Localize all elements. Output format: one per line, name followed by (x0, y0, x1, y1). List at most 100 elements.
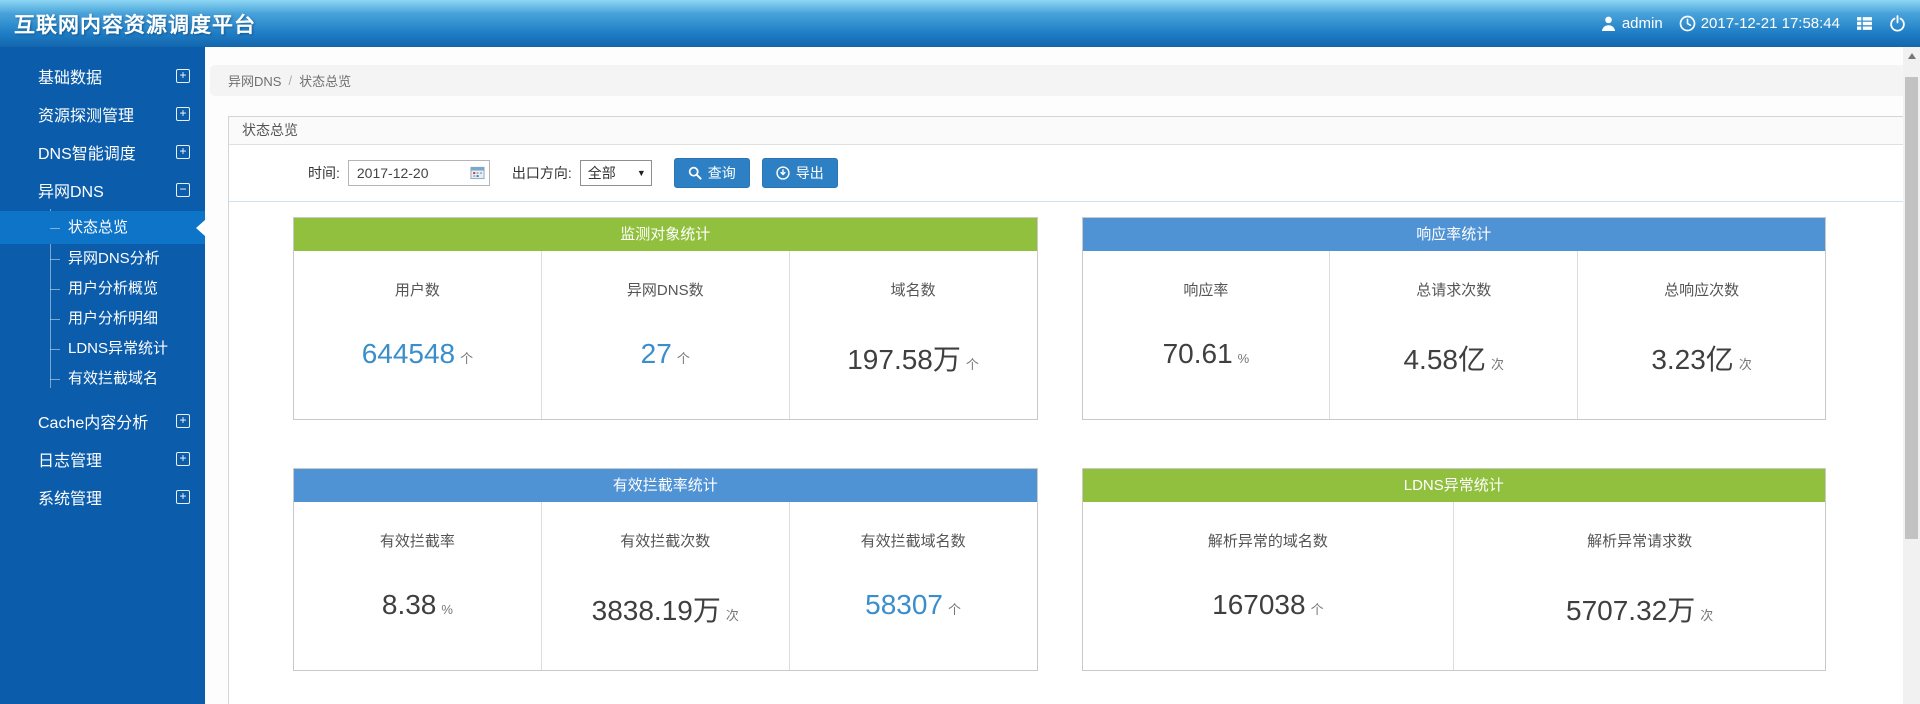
stat-value[interactable]: 58307个 (790, 589, 1037, 621)
calendar-icon[interactable] (470, 165, 485, 180)
stat-unit: 次 (1700, 608, 1713, 623)
sidebar-item-异网DNS[interactable]: 异网DNS − (0, 171, 205, 209)
search-icon (688, 166, 702, 180)
sidebar-subitem-label: 用户分析概览 (68, 280, 158, 297)
server-datetime: 2017-12-21 17:58:44 (1679, 15, 1840, 32)
sidebar-item-label: 资源探测管理 (38, 102, 134, 126)
vertical-scrollbar[interactable] (1903, 47, 1920, 704)
stat-unit: 次 (1739, 357, 1752, 372)
date-field-wrap (348, 160, 490, 186)
stat-card-监测对象统计: 监测对象统计用户数644548个异网DNS数27个域名数197.58万个 (293, 217, 1038, 420)
stat-label: 解析异常的域名数 (1083, 530, 1454, 551)
sidebar-subitem-LDNS异常统计[interactable]: LDNS异常统计 (0, 334, 205, 364)
tree-tick (50, 259, 60, 260)
sidebar-item-资源探测管理[interactable]: 资源探测管理 + (0, 95, 205, 133)
sidebar-subitem-用户分析明细[interactable]: 用户分析明细 (0, 304, 205, 334)
sidebar-item-label: 异网DNS (38, 178, 104, 202)
stat-number: 5707.32万 (1566, 595, 1695, 626)
stat-unit: 个 (1311, 602, 1324, 617)
stat-value: 5707.32万次 (1454, 589, 1825, 629)
export-button-label: 导出 (796, 163, 824, 183)
breadcrumb-parent[interactable]: 异网DNS (228, 71, 281, 90)
stat-unit: % (441, 602, 453, 617)
stat-unit: % (1238, 351, 1250, 366)
breadcrumb: 异网DNS / 状态总览 (210, 65, 1907, 96)
filter-bar: 时间: 出口方向: 全部 ▼ 查询 (229, 145, 1906, 202)
stat-unit: 个 (460, 351, 473, 366)
sidebar-item-label: Cache内容分析 (38, 409, 148, 433)
stat-number[interactable]: 644548 (362, 338, 455, 369)
sidebar-item-label: 日志管理 (38, 447, 102, 471)
scroll-up-arrow-icon[interactable] (1903, 47, 1920, 64)
stat-异网DNS数: 异网DNS数27个 (541, 251, 789, 419)
stat-value[interactable]: 644548 个 (294, 338, 541, 370)
stat-label: 有效拦截率 (294, 530, 541, 551)
sidebar-item-基础数据[interactable]: 基础数据 + (0, 57, 205, 95)
expand-plus-icon[interactable]: + (176, 145, 190, 159)
stat-value: 8.38% (294, 589, 541, 621)
stat-number[interactable]: 27 (641, 338, 672, 369)
stat-cards: 监测对象统计用户数644548个异网DNS数27个域名数197.58万个响应率统… (229, 202, 1906, 704)
expand-plus-icon[interactable]: + (176, 414, 190, 428)
stat-number[interactable]: 58307 (865, 589, 943, 620)
stat-value: 197.58万个 (790, 338, 1037, 378)
expand-plus-icon[interactable]: + (176, 69, 190, 83)
user-menu[interactable]: admin (1600, 15, 1663, 32)
stat-有效拦截次数: 有效拦截次数3838.19万次 (541, 502, 789, 670)
scrollbar-thumb[interactable] (1905, 77, 1918, 539)
expand-plus-icon[interactable]: + (176, 107, 190, 121)
stat-unit: 个 (677, 351, 690, 366)
collapse-minus-icon[interactable]: − (176, 183, 190, 197)
sidebar-subitem-label: 异网DNS分析 (68, 250, 160, 267)
card-body: 解析异常的域名数 167038 个 解析异常请求数 5707.32万次 (1083, 502, 1826, 670)
card-title: 有效拦截率统计 (294, 469, 1037, 502)
date-input[interactable] (348, 160, 490, 186)
stat-有效拦截率: 有效拦截率 8.38% (294, 502, 541, 670)
expand-plus-icon[interactable]: + (176, 452, 190, 466)
stat-总响应次数: 总响应次数 3.23亿次 (1577, 251, 1825, 419)
stat-value: 3838.19万次 (542, 589, 789, 629)
stat-响应率: 响应率70.61% (1083, 251, 1330, 419)
card-body: 响应率70.61%总请求次数4.58亿次总响应次数3.23亿次 (1083, 251, 1826, 419)
stat-label: 解析异常请求数 (1454, 530, 1825, 551)
stat-label: 用户数 (294, 279, 541, 300)
download-icon (776, 166, 790, 180)
main-content: 异网DNS / 状态总览 状态总览 时间: 出口方向: 全部 ▼ (205, 47, 1920, 704)
sidebar-subitem-状态总览[interactable]: 状态总览 (0, 211, 205, 244)
sidebar-item-label: 系统管理 (38, 485, 102, 509)
stat-label: 总响应次数 (1578, 279, 1825, 300)
stat-number: 4.58亿 (1403, 344, 1486, 375)
export-button[interactable]: 导出 (762, 158, 838, 188)
card-title: LDNS异常统计 (1083, 469, 1826, 502)
sidebar-subitem-异网DNS分析[interactable]: 异网DNS分析 (0, 244, 205, 274)
stat-value: 167038 个 (1083, 589, 1454, 621)
stat-解析异常的域名数: 解析异常的域名数 167038 个 (1083, 502, 1454, 670)
stat-value[interactable]: 27 个 (542, 338, 789, 370)
direction-select[interactable]: 全部 ▼ (580, 160, 652, 186)
stat-number: 197.58万 (847, 344, 961, 375)
sidebar-item-系统管理[interactable]: 系统管理 + (0, 478, 205, 516)
datetime-text: 2017-12-21 17:58:44 (1701, 15, 1840, 32)
app-header: 互联网内容资源调度平台 admin 2017-12-21 17:58:44 (0, 0, 1920, 47)
stat-域名数: 域名数197.58万个 (789, 251, 1037, 419)
tree-tick (50, 379, 60, 380)
stat-label: 响应率 (1083, 279, 1330, 300)
sidebar-item-日志管理[interactable]: 日志管理 + (0, 440, 205, 478)
time-label: 时间: (308, 163, 340, 183)
stat-有效拦截域名数: 有效拦截域名数58307个 (789, 502, 1037, 670)
stat-unit: 个 (966, 357, 979, 372)
sidebar-subitem-有效拦截域名[interactable]: 有效拦截域名 (0, 364, 205, 394)
stat-number: 167038 (1212, 589, 1305, 620)
stat-value: 3.23亿次 (1578, 338, 1825, 378)
sidebar-item-Cache内容分析[interactable]: Cache内容分析 + (0, 402, 205, 440)
expand-plus-icon[interactable]: + (176, 490, 190, 504)
search-button[interactable]: 查询 (674, 158, 750, 188)
stat-unit: 次 (1491, 357, 1504, 372)
sidebar-item-DNS智能调度[interactable]: DNS智能调度+ (0, 133, 205, 171)
card-title: 监测对象统计 (294, 218, 1037, 251)
sidebar-item-label: 基础数据 (38, 64, 102, 88)
power-icon[interactable] (1889, 15, 1906, 32)
grid-menu-icon[interactable] (1856, 15, 1873, 32)
sidebar-subitem-label: 状态总览 (68, 219, 128, 236)
sidebar-subitem-用户分析概览[interactable]: 用户分析概览 (0, 274, 205, 304)
